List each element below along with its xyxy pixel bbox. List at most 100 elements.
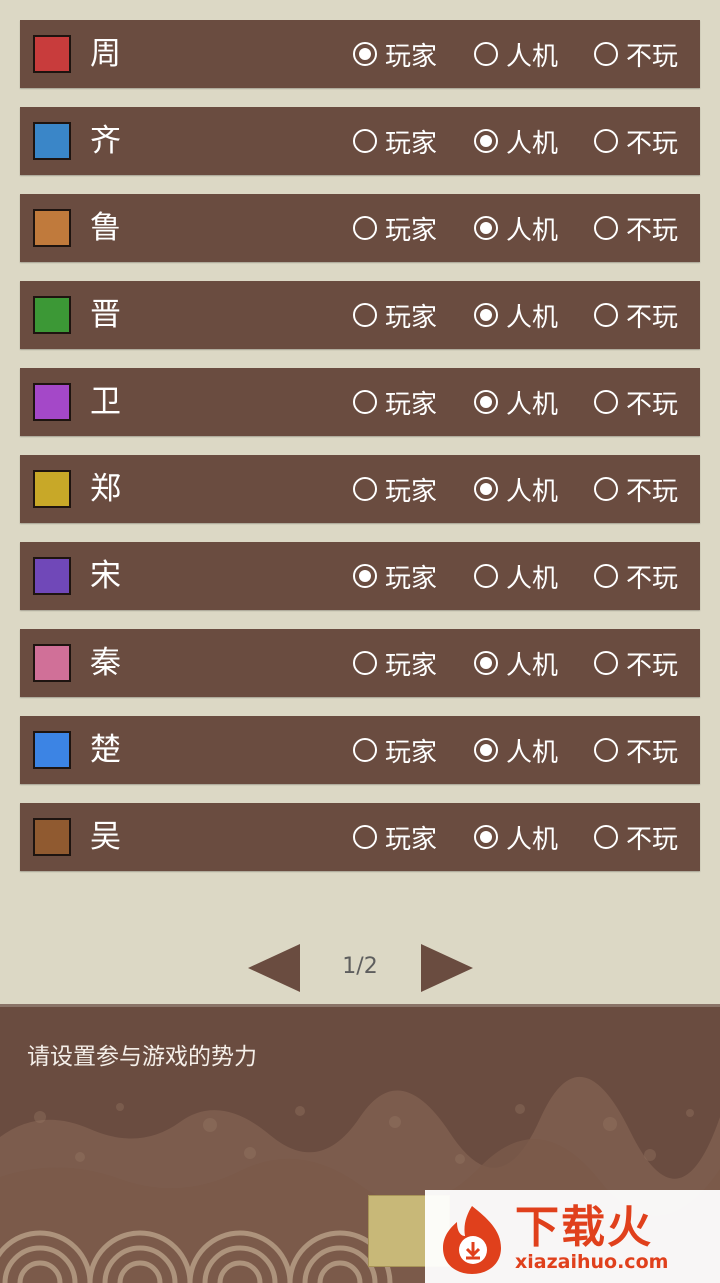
radio-option[interactable]: 不玩 <box>594 716 678 784</box>
faction-row: 郑 玩家 人机 不玩 <box>20 455 700 523</box>
radio-checked-icon[interactable] <box>474 738 498 762</box>
radio-option-label: 不玩 <box>626 41 679 72</box>
radio-option-label: 玩家 <box>385 128 438 159</box>
radio-option[interactable]: 玩家 <box>353 716 437 784</box>
radio-option[interactable]: 玩家 <box>353 107 437 175</box>
radio-option-label: 玩家 <box>385 824 438 855</box>
radio-unchecked-icon[interactable] <box>353 303 377 327</box>
radio-checked-icon[interactable] <box>474 303 498 327</box>
faction-row: 晋 玩家 人机 不玩 <box>20 281 700 349</box>
radio-option[interactable]: 人机 <box>474 368 558 436</box>
radio-option-label: 玩家 <box>385 302 438 333</box>
prev-page-arrow-icon[interactable] <box>248 944 300 992</box>
radio-option-label: 玩家 <box>385 650 438 681</box>
radio-option[interactable]: 不玩 <box>594 368 678 436</box>
radio-option[interactable]: 人机 <box>474 20 558 88</box>
radio-option[interactable]: 玩家 <box>353 542 437 610</box>
radio-option-label: 不玩 <box>626 389 679 420</box>
radio-checked-icon[interactable] <box>353 42 377 66</box>
radio-option[interactable]: 人机 <box>474 107 558 175</box>
radio-option-label: 不玩 <box>626 128 679 159</box>
radio-option[interactable]: 不玩 <box>594 629 678 697</box>
radio-option-label: 玩家 <box>385 389 438 420</box>
radio-option[interactable]: 人机 <box>474 281 558 349</box>
radio-unchecked-icon[interactable] <box>594 303 618 327</box>
radio-option[interactable]: 玩家 <box>353 194 437 262</box>
faction-name: 秦 <box>90 645 121 681</box>
radio-option[interactable]: 不玩 <box>594 20 678 88</box>
faction-row: 宋 玩家 人机 不玩 <box>20 542 700 610</box>
radio-option-label: 人机 <box>506 824 559 855</box>
radio-unchecked-icon[interactable] <box>353 129 377 153</box>
radio-checked-icon[interactable] <box>474 390 498 414</box>
pagination: 1/2 <box>0 940 720 1000</box>
faction-name: 吴 <box>90 819 121 855</box>
faction-name: 郑 <box>90 471 121 507</box>
radio-unchecked-icon[interactable] <box>353 651 377 675</box>
radio-unchecked-icon[interactable] <box>474 564 498 588</box>
radio-unchecked-icon[interactable] <box>353 390 377 414</box>
faction-row: 卫 玩家 人机 不玩 <box>20 368 700 436</box>
radio-option-label: 不玩 <box>626 650 679 681</box>
radio-option[interactable]: 人机 <box>474 542 558 610</box>
radio-option-label: 人机 <box>506 41 559 72</box>
faction-name: 齐 <box>90 123 121 159</box>
radio-checked-icon[interactable] <box>474 216 498 240</box>
radio-option[interactable]: 不玩 <box>594 803 678 871</box>
radio-unchecked-icon[interactable] <box>594 42 618 66</box>
radio-unchecked-icon[interactable] <box>353 477 377 501</box>
radio-option[interactable]: 玩家 <box>353 368 437 436</box>
radio-unchecked-icon[interactable] <box>353 216 377 240</box>
radio-checked-icon[interactable] <box>474 651 498 675</box>
page-indicator: 1/2 <box>342 954 378 979</box>
radio-unchecked-icon[interactable] <box>594 129 618 153</box>
radio-unchecked-icon[interactable] <box>353 738 377 762</box>
radio-checked-icon[interactable] <box>474 825 498 849</box>
radio-unchecked-icon[interactable] <box>594 564 618 588</box>
radio-option[interactable]: 玩家 <box>353 629 437 697</box>
faction-color-swatch <box>33 35 71 73</box>
radio-option[interactable]: 玩家 <box>353 455 437 523</box>
radio-checked-icon[interactable] <box>474 129 498 153</box>
radio-option[interactable]: 人机 <box>474 803 558 871</box>
radio-option[interactable]: 不玩 <box>594 542 678 610</box>
radio-option[interactable]: 不玩 <box>594 281 678 349</box>
radio-unchecked-icon[interactable] <box>594 477 618 501</box>
radio-option-label: 人机 <box>506 302 559 333</box>
faction-color-swatch <box>33 557 71 595</box>
radio-option-label: 不玩 <box>626 824 679 855</box>
radio-checked-icon[interactable] <box>474 477 498 501</box>
radio-option[interactable]: 不玩 <box>594 194 678 262</box>
radio-unchecked-icon[interactable] <box>474 42 498 66</box>
faction-row: 齐 玩家 人机 不玩 <box>20 107 700 175</box>
radio-option-label: 不玩 <box>626 476 679 507</box>
radio-option[interactable]: 玩家 <box>353 281 437 349</box>
radio-option[interactable]: 人机 <box>474 455 558 523</box>
radio-unchecked-icon[interactable] <box>594 738 618 762</box>
radio-option[interactable]: 不玩 <box>594 107 678 175</box>
radio-option-label: 人机 <box>506 650 559 681</box>
radio-unchecked-icon[interactable] <box>353 825 377 849</box>
faction-color-swatch <box>33 818 71 856</box>
radio-option[interactable]: 人机 <box>474 629 558 697</box>
radio-unchecked-icon[interactable] <box>594 390 618 414</box>
radio-option[interactable]: 人机 <box>474 716 558 784</box>
radio-option-label: 人机 <box>506 389 559 420</box>
flame-logo-icon <box>443 1205 501 1274</box>
radio-option[interactable]: 玩家 <box>353 803 437 871</box>
radio-checked-icon[interactable] <box>353 564 377 588</box>
radio-unchecked-icon[interactable] <box>594 825 618 849</box>
radio-option[interactable]: 玩家 <box>353 20 437 88</box>
faction-row: 楚 玩家 人机 不玩 <box>20 716 700 784</box>
radio-option[interactable]: 人机 <box>474 194 558 262</box>
faction-color-swatch <box>33 383 71 421</box>
radio-option-label: 人机 <box>506 737 559 768</box>
radio-unchecked-icon[interactable] <box>594 651 618 675</box>
radio-option[interactable]: 不玩 <box>594 455 678 523</box>
radio-option-label: 人机 <box>506 476 559 507</box>
radio-unchecked-icon[interactable] <box>594 216 618 240</box>
faction-row: 周 玩家 人机 不玩 <box>20 20 700 88</box>
next-page-arrow-icon[interactable] <box>421 944 473 992</box>
faction-color-swatch <box>33 470 71 508</box>
faction-color-swatch <box>33 644 71 682</box>
